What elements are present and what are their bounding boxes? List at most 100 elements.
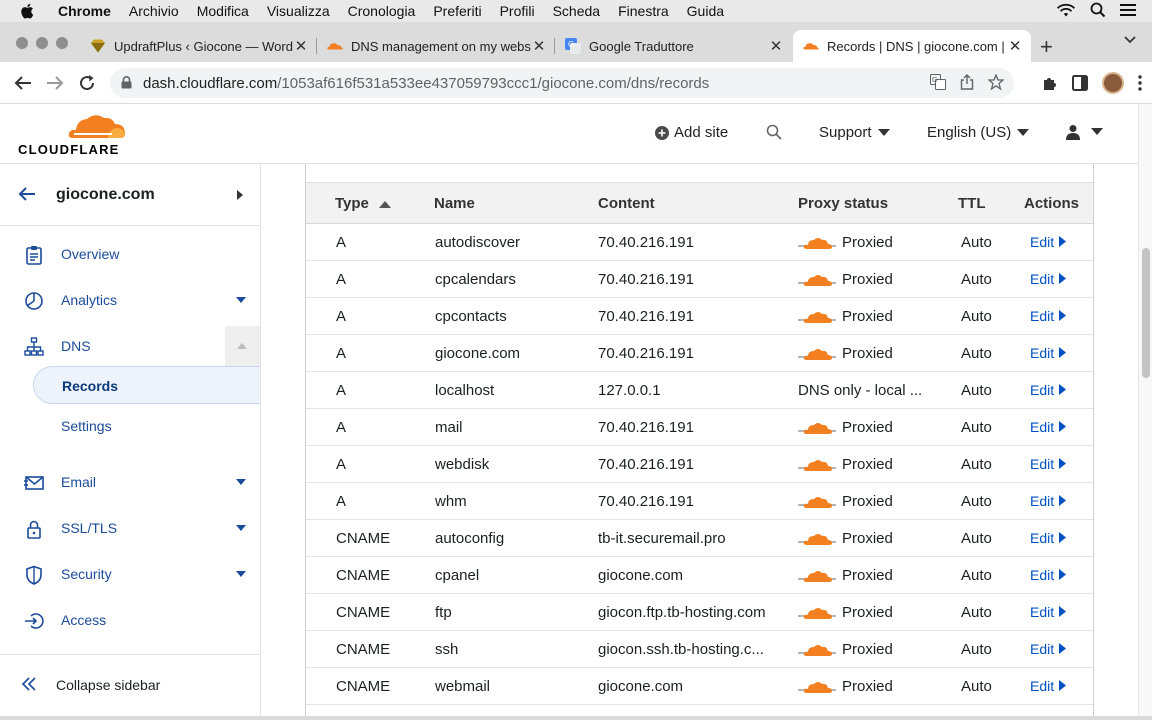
proxy-status-label: Proxied [842, 604, 893, 621]
clipboard-icon [26, 246, 42, 265]
menu-profili[interactable]: Profili [500, 3, 535, 19]
new-tab-button[interactable]: + [1040, 34, 1053, 60]
tab-records-dns-active[interactable]: Records | DNS | giocone.com | Cloudflare… [793, 30, 1031, 62]
kebab-menu-icon[interactable] [1138, 75, 1142, 91]
table-row[interactable]: Acpcontacts 70.40.216.191 Proxied Auto Edit [306, 298, 1093, 335]
table-row[interactable]: CNAME ftp giocon.ftp.tb-hosting.com Proxied… [306, 594, 1093, 631]
apple-icon[interactable] [20, 3, 34, 19]
cloudflare-logo[interactable]: CLOUDFLARE [18, 112, 128, 158]
side-panel-icon[interactable] [1072, 75, 1088, 91]
address-bar[interactable]: dash.cloudflare.com/1053af616f531a533ee4… [110, 68, 1014, 98]
collapse-sidebar-button[interactable]: Collapse sidebar [0, 654, 260, 716]
arrow-left-icon[interactable] [18, 186, 36, 202]
language-dropdown[interactable]: English (US) [927, 124, 1030, 141]
caret-down-icon[interactable] [236, 571, 246, 577]
close-tab-icon[interactable]: ✕ [531, 37, 547, 55]
menu-app-chrome[interactable]: Chrome [58, 3, 111, 19]
caret-down-icon[interactable] [236, 297, 246, 303]
lock-icon[interactable] [121, 76, 132, 89]
spotlight-search-icon[interactable] [1090, 2, 1106, 18]
edit-record-button[interactable]: Edit [1030, 641, 1067, 657]
table-row[interactable]: Alocalhost 127.0.0.1 DNS only - local ... A… [306, 372, 1093, 409]
edit-record-button[interactable]: Edit [1030, 419, 1067, 435]
site-selector[interactable]: giocone.com [0, 164, 260, 226]
column-ttl-header[interactable]: TTL [958, 195, 986, 212]
profile-avatar[interactable] [1102, 72, 1124, 94]
edit-record-button[interactable]: Edit [1030, 493, 1067, 509]
table-row[interactable]: Awhm 70.40.216.191 Proxied Auto Edit [306, 483, 1093, 520]
menu-scheda[interactable]: Scheda [553, 3, 600, 19]
search-icon [766, 124, 782, 140]
table-row[interactable]: Acpcalendars 70.40.216.191 Proxied Auto Edit [306, 261, 1093, 298]
sidebar-item-access[interactable]: Access [0, 600, 260, 640]
sidebar-item-overview[interactable]: Overview [0, 234, 260, 274]
sidebar-item-ssl-tls[interactable]: SSL/TLS [0, 508, 260, 548]
extensions-puzzle-icon[interactable] [1042, 75, 1058, 91]
menu-finestra[interactable]: Finestra [618, 3, 669, 19]
menu-guida[interactable]: Guida [687, 3, 724, 19]
table-row[interactable]: CNAME webmail giocone.com Proxied Auto Edit [306, 668, 1093, 705]
share-icon[interactable] [960, 74, 974, 90]
scrollbar-thumb[interactable] [1142, 248, 1150, 378]
sidebar-item-security[interactable]: Security [0, 554, 260, 594]
reload-button[interactable] [76, 72, 98, 94]
minimize-window-button[interactable] [36, 37, 48, 49]
menu-preferiti[interactable]: Preferiti [433, 3, 481, 19]
table-row[interactable]: Aautodiscover 70.40.216.191 Proxied Auto Edi… [306, 224, 1093, 261]
translate-page-icon[interactable]: G [930, 74, 946, 90]
tab-dns-management[interactable]: DNS management on my website ✕ [317, 30, 555, 62]
control-center-icon[interactable] [1120, 3, 1136, 17]
column-content-header[interactable]: Content [598, 195, 655, 212]
sidebar-item-dns[interactable]: DNS [0, 326, 260, 366]
add-site-button[interactable]: Add site [655, 124, 728, 141]
user-menu-dropdown[interactable] [1065, 124, 1103, 140]
caret-right-icon[interactable] [237, 190, 243, 200]
edit-record-button[interactable]: Edit [1030, 530, 1067, 546]
close-window-button[interactable] [16, 37, 28, 49]
bookmark-star-icon[interactable] [988, 74, 1004, 90]
edit-record-button[interactable]: Edit [1030, 678, 1067, 694]
column-type-header[interactable]: Type [335, 195, 392, 212]
close-tab-icon[interactable]: ✕ [293, 37, 309, 55]
caret-down-icon [1091, 128, 1103, 135]
table-row[interactable]: CNAME ssh giocon.ssh.tb-hosting.c... Proxie… [306, 631, 1093, 668]
edit-record-button[interactable]: Edit [1030, 271, 1067, 287]
page-scrollbar[interactable] [1138, 104, 1152, 716]
column-name-header[interactable]: Name [434, 195, 475, 212]
wifi-icon[interactable] [1056, 2, 1076, 18]
edit-record-button[interactable]: Edit [1030, 345, 1067, 361]
edit-record-button[interactable]: Edit [1030, 604, 1067, 620]
close-tab-icon[interactable]: ✕ [1007, 37, 1023, 55]
menu-visualizza[interactable]: Visualizza [267, 3, 330, 19]
sidebar-item-email[interactable]: Email [0, 462, 260, 502]
table-row[interactable]: CNAME cpanel giocone.com Proxied Auto Edit [306, 557, 1093, 594]
table-row[interactable]: Awebdisk 70.40.216.191 Proxied Auto Edit [306, 446, 1093, 483]
zoom-window-button[interactable] [56, 37, 68, 49]
table-row[interactable]: CNAME autoconfig tb-it.securemail.pro Proxi… [306, 520, 1093, 557]
header-search-button[interactable] [766, 124, 782, 140]
sidebar-subitem-settings[interactable]: Settings [33, 407, 260, 445]
tab-google-translate[interactable]: G Google Traduttore ✕ [555, 30, 792, 62]
caret-down-icon[interactable] [236, 479, 246, 485]
edit-record-button[interactable]: Edit [1030, 456, 1067, 472]
edit-record-button[interactable]: Edit [1030, 308, 1067, 324]
menu-cronologia[interactable]: Cronologia [348, 3, 416, 19]
menu-modifica[interactable]: Modifica [197, 3, 249, 19]
edit-record-button[interactable]: Edit [1030, 382, 1067, 398]
back-button[interactable] [12, 72, 34, 94]
table-row[interactable]: Agiocone.com 70.40.216.191 Proxied Auto Edit [306, 335, 1093, 372]
menu-archivio[interactable]: Archivio [129, 3, 179, 19]
column-proxy-status-header[interactable]: Proxy status [798, 195, 888, 212]
edit-record-button[interactable]: Edit [1030, 567, 1067, 583]
tab-search-chevron-icon[interactable] [1124, 36, 1136, 44]
edit-record-button[interactable]: Edit [1030, 234, 1067, 250]
close-tab-icon[interactable]: ✕ [768, 37, 784, 55]
support-dropdown[interactable]: Support [819, 124, 890, 141]
caret-down-icon[interactable] [236, 525, 246, 531]
sidebar-item-analytics[interactable]: Analytics [0, 280, 260, 320]
forward-button[interactable] [44, 72, 66, 94]
dns-collapse-toggle[interactable] [225, 326, 260, 366]
table-row[interactable]: Amail 70.40.216.191 Proxied Auto Edit [306, 409, 1093, 446]
tab-updraftplus[interactable]: UpdraftPlus ‹ Giocone — WordPress ✕ [80, 30, 317, 62]
sidebar-subitem-records[interactable]: Records [33, 366, 260, 404]
